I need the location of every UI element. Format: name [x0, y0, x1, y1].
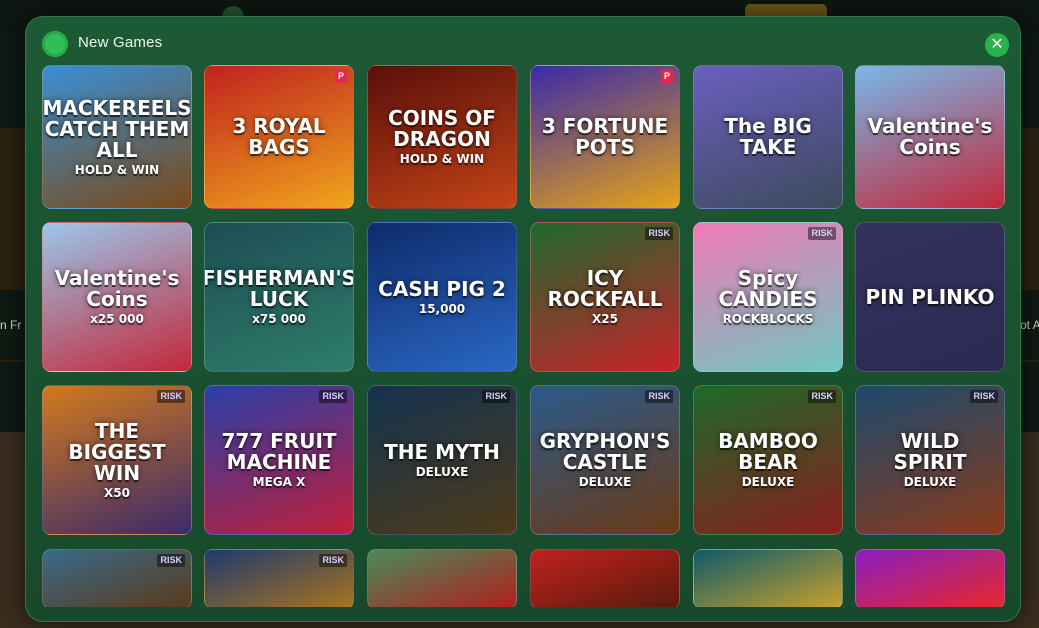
game-tile[interactable]: 777 FRUIT MACHINE MEGA X RISK: [204, 385, 354, 535]
game-tile[interactable]: COINS OF DRAGON HOLD & WIN: [367, 65, 517, 209]
game-title: MACKEREELS CATCH THEM ALL HOLD & WIN: [42, 95, 192, 177]
game-badge: P: [334, 70, 347, 83]
game-title: 777 FRUIT MACHINE MEGA X: [205, 425, 353, 495]
brand-logo-icon: [42, 31, 68, 57]
game-badge: RISK: [645, 390, 673, 403]
game-tile[interactable]: CASH PIG 2 15,000: [367, 222, 517, 372]
game-tile[interactable]: ICY ROCKFALL X25 RISK: [530, 222, 680, 372]
game-badge: P: [660, 70, 673, 83]
game-tile[interactable]: [367, 549, 517, 607]
game-tile[interactable]: [855, 549, 1005, 607]
game-title: WILD SPIRIT DELUXE: [856, 425, 1004, 495]
game-tile[interactable]: [530, 549, 680, 607]
game-subtitle: DELUXE: [741, 475, 795, 490]
game-tile[interactable]: RISK: [204, 549, 354, 607]
game-subtitle: HOLD & WIN: [399, 152, 485, 167]
game-subtitle: DELUXE: [903, 475, 957, 490]
game-tile[interactable]: RISK: [42, 549, 192, 607]
game-tile[interactable]: [693, 549, 843, 607]
game-title: COINS OF DRAGON HOLD & WIN: [368, 102, 516, 172]
game-title: ICY ROCKFALL X25: [531, 262, 679, 332]
game-tile[interactable]: The BIG TAKE: [693, 65, 843, 209]
games-grid[interactable]: MACKEREELS CATCH THEM ALL HOLD & WIN 3 ROY…: [42, 65, 1006, 607]
game-title: THE BIGGEST WIN X50: [43, 415, 191, 506]
game-title: GRYPHON'S CASTLE DELUXE: [531, 425, 679, 495]
game-subtitle: x75 000: [252, 312, 306, 327]
game-subtitle: DELUXE: [415, 464, 469, 479]
game-title: THE MYTH DELUXE: [384, 439, 500, 479]
game-badge: RISK: [970, 390, 998, 403]
background-label-right: ot A: [1020, 290, 1039, 360]
game-subtitle: x25 000: [90, 312, 144, 327]
game-tile[interactable]: Valentine's Coins x25 000: [42, 222, 192, 372]
game-badge: RISK: [319, 554, 347, 567]
close-button[interactable]: ✕: [985, 33, 1009, 57]
game-tile[interactable]: THE BIGGEST WIN X50 RISK: [42, 385, 192, 535]
game-subtitle: ROCKBLOCKS: [722, 312, 814, 327]
new-games-modal: New Games ✕ MACKEREELS CATCH THEM ALL HOL…: [25, 16, 1021, 622]
game-title: FISHERMAN'S LUCK x75 000: [204, 266, 354, 327]
game-title: 3 FORTUNE POTS: [541, 114, 669, 159]
game-badge: RISK: [808, 227, 836, 240]
game-tile[interactable]: BAMBOO BEAR DELUXE RISK: [693, 385, 843, 535]
game-tile[interactable]: Valentine's Coins: [855, 65, 1005, 209]
game-tile[interactable]: 3 ROYAL BAGS P: [204, 65, 354, 209]
game-tile[interactable]: WILD SPIRIT DELUXE RISK: [855, 385, 1005, 535]
background-label-left: n Fr: [0, 290, 26, 360]
game-title: CASH PIG 2 15,000: [378, 276, 506, 316]
game-title: BAMBOO BEAR DELUXE: [694, 425, 842, 495]
game-title: Spicy CANDIES ROCKBLOCKS: [694, 262, 842, 332]
game-badge: RISK: [157, 390, 185, 403]
game-badge: RISK: [319, 390, 347, 403]
game-title: Valentine's Coins x25 000: [43, 262, 191, 332]
game-subtitle: 15,000: [418, 301, 466, 316]
game-title: PIN PLINKO: [865, 284, 995, 309]
game-subtitle: X25: [592, 312, 618, 327]
game-title: 3 ROYAL BAGS: [232, 114, 326, 159]
game-tile[interactable]: MACKEREELS CATCH THEM ALL HOLD & WIN: [42, 65, 192, 209]
game-badge: RISK: [808, 390, 836, 403]
game-subtitle: MEGA X: [252, 475, 306, 490]
game-subtitle: X50: [104, 485, 130, 500]
game-badge: RISK: [482, 390, 510, 403]
game-subtitle: HOLD & WIN: [74, 162, 160, 177]
game-tile[interactable]: THE MYTH DELUXE RISK: [367, 385, 517, 535]
game-title: The BIG TAKE: [724, 114, 812, 159]
game-badge: RISK: [157, 554, 185, 567]
game-tile[interactable]: 3 FORTUNE POTS P: [530, 65, 680, 209]
game-tile[interactable]: FISHERMAN'S LUCK x75 000: [204, 222, 354, 372]
game-badge: RISK: [645, 227, 673, 240]
modal-title: New Games: [78, 34, 163, 51]
game-tile[interactable]: GRYPHON'S CASTLE DELUXE RISK: [530, 385, 680, 535]
game-title: Valentine's Coins: [867, 114, 993, 159]
game-subtitle: DELUXE: [578, 475, 632, 490]
game-tile[interactable]: PIN PLINKO: [855, 222, 1005, 372]
modal-header: New Games ✕: [26, 17, 1020, 65]
game-tile[interactable]: Spicy CANDIES ROCKBLOCKS RISK: [693, 222, 843, 372]
